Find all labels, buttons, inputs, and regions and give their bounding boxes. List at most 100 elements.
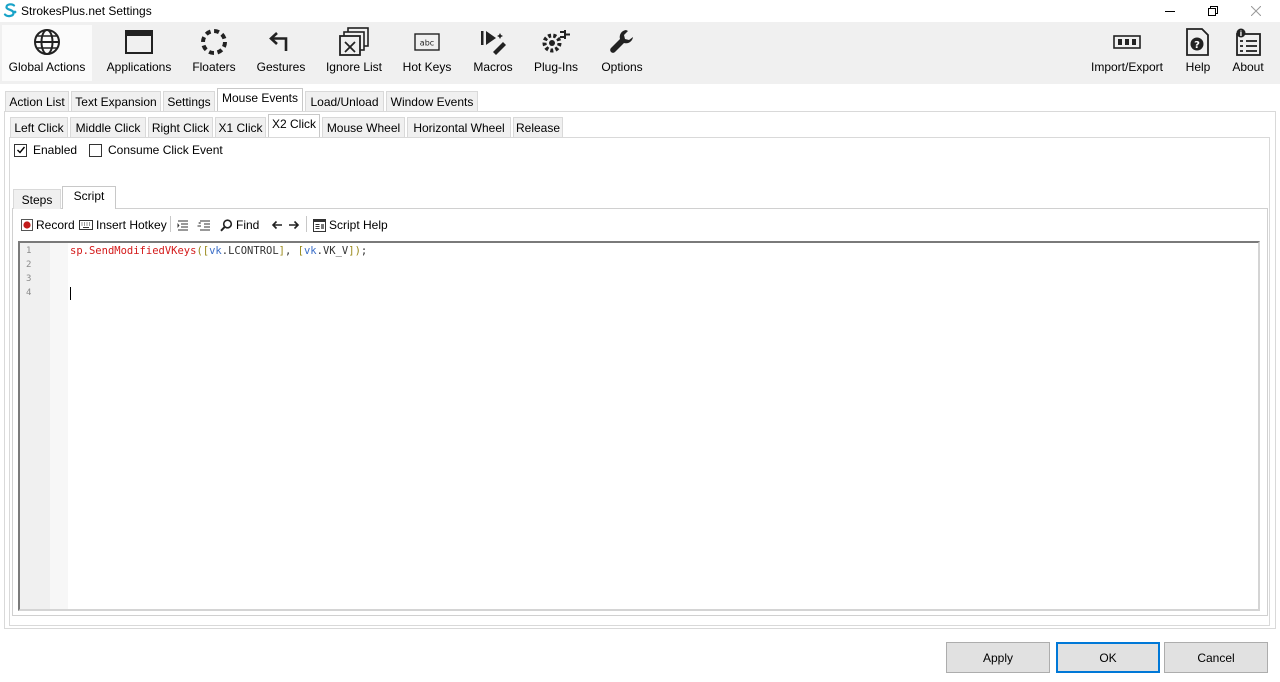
record-icon	[21, 219, 33, 231]
consume-click-checkbox-row[interactable]: Consume Click Event	[89, 143, 223, 157]
tab-text-expansion[interactable]: Text Expansion	[71, 91, 161, 111]
record-button[interactable]: Record	[21, 214, 75, 236]
close-button[interactable]	[1236, 0, 1276, 22]
tab-action-list[interactable]: Action List	[5, 91, 69, 111]
enabled-checkbox[interactable]	[14, 143, 27, 157]
magnifier-icon	[220, 218, 233, 231]
record-label: Record	[36, 218, 75, 232]
floaters-label: Floaters	[192, 60, 236, 74]
gear-plug-icon	[542, 30, 570, 53]
minimize-button[interactable]	[1150, 0, 1190, 22]
code-method: SendModifiedVKeys	[88, 245, 197, 257]
macro-play-icon	[481, 31, 506, 55]
application-window-icon	[125, 30, 153, 54]
wrench-icon	[610, 30, 633, 53]
ignore-list-label: Ignore List	[325, 60, 383, 74]
find-button[interactable]: Find	[220, 214, 259, 236]
script-help-label: Script Help	[329, 218, 388, 232]
floaters-button[interactable]: Floaters	[190, 25, 238, 81]
indent-icon	[177, 220, 188, 231]
code-object: sp	[70, 245, 83, 257]
import-export-icon	[1113, 35, 1141, 49]
keyboard-icon	[79, 220, 93, 230]
line-number: 2	[26, 260, 32, 270]
line-number: 1	[26, 246, 32, 256]
window-title: StrokesPlus.net Settings	[21, 4, 152, 18]
plug-ins-label: Plug-Ins	[533, 60, 579, 74]
floater-ring-icon	[201, 29, 227, 55]
tab-horizontal-wheel[interactable]: Horizontal Wheel	[407, 117, 511, 137]
hot-keys-button[interactable]: abc Hot Keys	[400, 25, 454, 81]
code-constant: VK_V	[322, 245, 349, 257]
applications-button[interactable]: Applications	[103, 25, 175, 81]
consume-click-checkbox[interactable]	[89, 143, 102, 157]
globe-icon	[34, 29, 60, 55]
minimize-icon	[1165, 11, 1175, 12]
applications-label: Applications	[106, 60, 172, 74]
insert-hotkey-label: Insert Hotkey	[96, 218, 167, 232]
tab-x2-click[interactable]: X2 Click	[268, 114, 320, 137]
help-button[interactable]: ? Help	[1180, 25, 1216, 81]
tab-load-unload[interactable]: Load/Unload	[305, 91, 384, 111]
script-editor[interactable]: 1 2 3 4 sp.SendModifiedVKeys([vk.LCONTRO…	[18, 241, 1260, 611]
arrow-right-icon	[289, 220, 300, 230]
tab-right-click[interactable]: Right Click	[148, 117, 213, 137]
tab-left-click[interactable]: Left Click	[10, 117, 68, 137]
code-comma: ,	[285, 245, 298, 257]
gestures-label: Gestures	[256, 60, 306, 74]
outdent-button[interactable]	[197, 214, 214, 236]
checkmark-icon	[16, 146, 25, 154]
navigate-forward-button[interactable]	[288, 214, 303, 236]
toolbar-separator	[170, 216, 171, 232]
close-icon	[1251, 6, 1261, 16]
restore-button[interactable]	[1193, 0, 1233, 22]
global-actions-label: Global Actions	[8, 60, 86, 74]
outdent-icon	[197, 220, 210, 231]
indent-button[interactable]	[177, 214, 192, 236]
import-export-button[interactable]: Import/Export	[1084, 25, 1170, 81]
macros-label: Macros	[473, 60, 513, 74]
line-number: 3	[26, 274, 32, 284]
cancel-button[interactable]: Cancel	[1164, 642, 1268, 673]
navigate-back-button[interactable]	[271, 214, 286, 236]
tab-window-events[interactable]: Window Events	[386, 91, 478, 111]
global-actions-button[interactable]: Global Actions	[2, 25, 92, 81]
apply-button[interactable]: Apply	[946, 642, 1050, 673]
gesture-arrow-icon	[269, 32, 288, 51]
tab-x1-click[interactable]: X1 Click	[215, 117, 266, 137]
enabled-label: Enabled	[33, 143, 78, 157]
gestures-button[interactable]: Gestures	[254, 25, 308, 81]
code-constant: LCONTROL	[228, 245, 279, 257]
script-help-button[interactable]: Script Help	[313, 214, 388, 236]
code-identifier: vk	[303, 245, 317, 257]
about-button[interactable]: i About	[1228, 25, 1268, 81]
script-help-icon	[313, 218, 326, 232]
tab-mouse-wheel[interactable]: Mouse Wheel	[322, 117, 405, 137]
fold-margin	[50, 243, 68, 609]
svg-text:?: ?	[1194, 40, 1200, 51]
restore-icon	[1208, 6, 1218, 16]
tab-middle-click[interactable]: Middle Click	[70, 117, 146, 137]
tab-release[interactable]: Release	[513, 117, 563, 137]
code-line: sp.SendModifiedVKeys([vk.LCONTROL], [vk.…	[70, 245, 367, 257]
options-button[interactable]: Options	[596, 25, 648, 81]
tab-steps[interactable]: Steps	[13, 189, 61, 209]
tab-settings[interactable]: Settings	[163, 91, 215, 111]
about-label: About	[1232, 60, 1264, 74]
ignore-list-button[interactable]: Ignore List	[322, 25, 386, 81]
help-document-icon: ?	[1186, 28, 1209, 56]
enabled-checkbox-row[interactable]: Enabled	[14, 143, 77, 157]
ok-button[interactable]: OK	[1056, 642, 1160, 673]
keyboard-key-icon: abc	[414, 33, 440, 51]
insert-hotkey-button[interactable]: Insert Hotkey	[79, 214, 167, 236]
plug-ins-button[interactable]: Plug-Ins	[530, 25, 582, 81]
tab-mouse-events[interactable]: Mouse Events	[217, 88, 303, 111]
line-number: 4	[26, 288, 32, 298]
find-label: Find	[236, 218, 260, 232]
macros-button[interactable]: Macros	[469, 25, 517, 81]
tab-script[interactable]: Script	[62, 186, 116, 209]
about-info-icon: i	[1236, 28, 1261, 56]
title-bar: StrokesPlus.net Settings	[0, 0, 1280, 22]
code-identifier: vk	[209, 245, 222, 257]
ignore-windows-icon	[339, 27, 369, 56]
